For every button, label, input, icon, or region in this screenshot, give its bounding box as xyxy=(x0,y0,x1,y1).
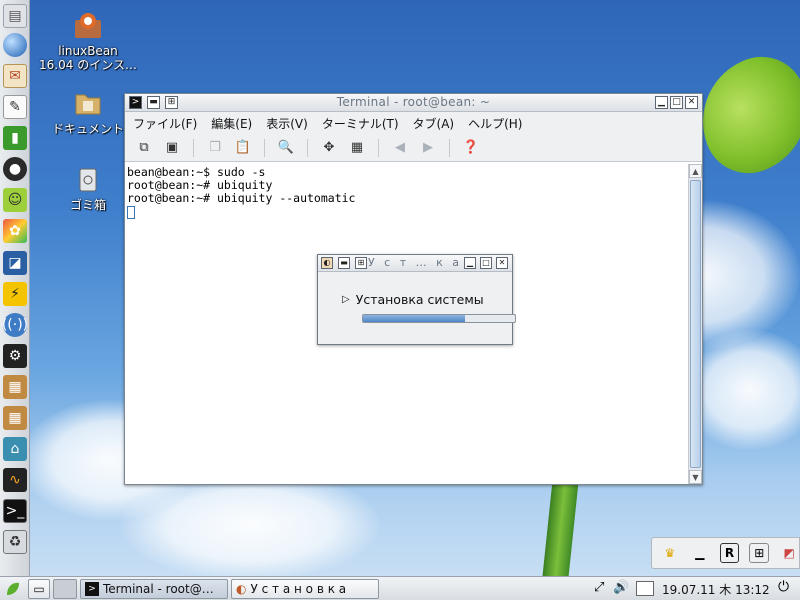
trash-icon xyxy=(73,164,103,194)
folder-icon xyxy=(73,88,103,118)
terminal-line: root@bean:~# ubiquity --automatic xyxy=(127,191,356,205)
new-tab-icon[interactable]: ⧉ xyxy=(133,137,155,159)
volume-icon[interactable]: 🔊 xyxy=(613,580,629,595)
package-icon[interactable]: ▦ xyxy=(3,375,27,399)
keyboard-icon[interactable]: ⊞ xyxy=(749,543,770,563)
scroll-down-icon[interactable]: ▼ xyxy=(689,470,702,484)
text-editor-icon[interactable]: ✎ xyxy=(3,95,27,119)
menu-edit[interactable]: 編集(E) xyxy=(211,115,252,132)
desktop-icon-label: ドキュメント xyxy=(51,122,124,136)
desktop-icon-label: 16.04 のインス… xyxy=(39,58,137,72)
install-status-label: Установка системы xyxy=(355,292,484,307)
green-app-icon[interactable]: ▮ xyxy=(3,126,27,150)
close-button[interactable]: ✕ xyxy=(496,257,508,269)
system-monitor-icon[interactable]: ∿ xyxy=(3,468,27,492)
clock[interactable]: 19.07.11 木 13:12 xyxy=(662,581,770,598)
wireless-icon[interactable]: ((·)) xyxy=(2,313,28,337)
dash-icon[interactable]: ▁ xyxy=(690,543,710,563)
toolbar: ⧉ ▣ ❐ 📋 🔍 ✥ ▦ ◀ ▶ ❓ xyxy=(125,134,702,162)
window-title: Terminal - root@bean: ~ xyxy=(336,95,491,109)
task-label: У с т а н о в к а xyxy=(250,582,347,596)
search-icon[interactable]: 🔍 xyxy=(275,137,297,159)
installer-icon: ◐ xyxy=(236,582,247,596)
desktop-icon-label: ゴミ箱 xyxy=(69,198,106,212)
menu-view[interactable]: 表示(V) xyxy=(266,115,308,132)
scroll-up-icon[interactable]: ▲ xyxy=(689,164,702,178)
minimize-button[interactable]: ▁ xyxy=(655,96,668,109)
install-progress-bar xyxy=(362,314,516,323)
menu-terminal[interactable]: ターミナル(T) xyxy=(322,115,399,132)
task-label: Terminal - root@… xyxy=(103,582,214,596)
leaf-icon xyxy=(7,582,19,595)
terminal-titlebar[interactable]: > ▬ ⊞ Terminal - root@bean: ~ ▁ □ ✕ xyxy=(125,94,702,112)
scroll-thumb[interactable] xyxy=(690,180,701,468)
settings-icon[interactable]: ⚙ xyxy=(3,344,27,368)
desktop-icon: ▭ xyxy=(33,582,45,596)
installer-dialog: ◐ ▬ ⊞ У с т … к а ▁ □ ✕ ▷ Установка сист… xyxy=(317,254,516,345)
new-window-icon[interactable]: ▣ xyxy=(161,137,183,159)
desktop-icon-documents[interactable]: ドキュメント xyxy=(38,88,138,136)
desktop-icon-installer[interactable]: linuxBean 16.04 のインス… xyxy=(38,10,138,72)
maximize-button[interactable]: □ xyxy=(480,257,492,269)
trash-icon[interactable]: ♻ xyxy=(3,530,27,554)
r-icon[interactable]: R xyxy=(719,543,740,563)
paint-icon[interactable]: ✿ xyxy=(3,219,27,243)
left-dock: ▤ ✉ ✎ ▮ ● ☺ ✿ ◪ ⚡ ((·)) ⚙ ▦ ▦ ⌂ ∿ >_ ♻ xyxy=(0,0,30,576)
next-tab-icon[interactable]: ▶ xyxy=(417,137,439,159)
menu-file[interactable]: ファイル(F) xyxy=(133,115,197,132)
taskbar-installer[interactable]: ◐ У с т а н о в к а xyxy=(231,579,379,599)
webcam-icon[interactable]: ● xyxy=(3,157,27,181)
show-desktop-button[interactable]: ▭ xyxy=(28,579,50,599)
android-icon[interactable]: ☺ xyxy=(3,188,27,212)
menu-tabs[interactable]: タブ(A) xyxy=(413,115,455,132)
text-cursor xyxy=(127,206,135,219)
start-menu-button[interactable] xyxy=(2,579,24,599)
logout-icon[interactable]: ⏻ xyxy=(778,579,789,595)
maximize-button[interactable]: □ xyxy=(670,96,683,109)
paste-icon[interactable]: 📋 xyxy=(232,137,254,159)
terminal-icon: > xyxy=(85,582,99,596)
lightning-icon[interactable]: ⚡ xyxy=(3,282,27,306)
toolbar-separator xyxy=(264,138,265,157)
fullscreen-icon[interactable]: ✥ xyxy=(318,137,340,159)
globe-icon[interactable] xyxy=(3,33,27,57)
crown-icon[interactable]: ♛ xyxy=(660,543,680,563)
copy-icon[interactable]: ❐ xyxy=(204,137,226,159)
package-update-icon[interactable]: ▦ xyxy=(3,406,27,430)
network-icon[interactable]: ⤢ xyxy=(594,580,604,595)
status-row[interactable]: ▷ Установка системы xyxy=(342,292,512,307)
network-icon[interactable]: ⌂ xyxy=(3,437,27,461)
desktop-icon-label: linuxBean xyxy=(58,44,118,58)
dialog-body: ▷ Установка системы xyxy=(318,272,516,323)
image-viewer-icon[interactable]: ◪ xyxy=(3,251,27,275)
help-icon[interactable]: ❓ xyxy=(460,137,482,159)
minimize-button[interactable]: ▁ xyxy=(464,257,476,269)
toolbar-separator xyxy=(449,138,450,157)
close-button[interactable]: ✕ xyxy=(685,96,698,109)
dialog-titlebar[interactable]: ◐ ▬ ⊞ У с т … к а ▁ □ ✕ xyxy=(318,255,512,272)
menubar: ファイル(F) 編集(E) 表示(V) ターミナル(T) タブ(A) ヘルプ(H… xyxy=(125,112,702,134)
taskbar-terminal[interactable]: > Terminal - root@… xyxy=(80,579,228,599)
vertical-scrollbar[interactable]: ▲ ▼ xyxy=(688,164,702,484)
expander-arrow-icon[interactable]: ▷ xyxy=(342,294,350,305)
toolbar-separator xyxy=(378,138,379,157)
mail-icon[interactable]: ✉ xyxy=(3,64,27,88)
toolbar-separator xyxy=(193,138,194,157)
progress-fill xyxy=(363,315,465,322)
terminal-icon[interactable]: >_ xyxy=(3,499,27,523)
menu-help[interactable]: ヘルプ(H) xyxy=(468,115,522,132)
toolbar-separator xyxy=(307,138,308,157)
eraser-icon[interactable]: ◩ xyxy=(779,543,799,563)
files-icon[interactable]: ▤ xyxy=(3,4,27,28)
prev-tab-icon[interactable]: ◀ xyxy=(389,137,411,159)
installer-icon xyxy=(73,10,103,40)
tray-panel: ♛ ▁ R ⊞ ◩ xyxy=(651,537,800,569)
workspace-switcher[interactable] xyxy=(53,579,77,599)
settings-icon[interactable]: ▦ xyxy=(346,137,368,159)
notes-icon[interactable] xyxy=(636,581,654,596)
desktop-icon-trash[interactable]: ゴミ箱 xyxy=(38,164,138,212)
taskbar: ▭ > Terminal - root@… ◐ У с т а н о в к … xyxy=(0,576,800,600)
